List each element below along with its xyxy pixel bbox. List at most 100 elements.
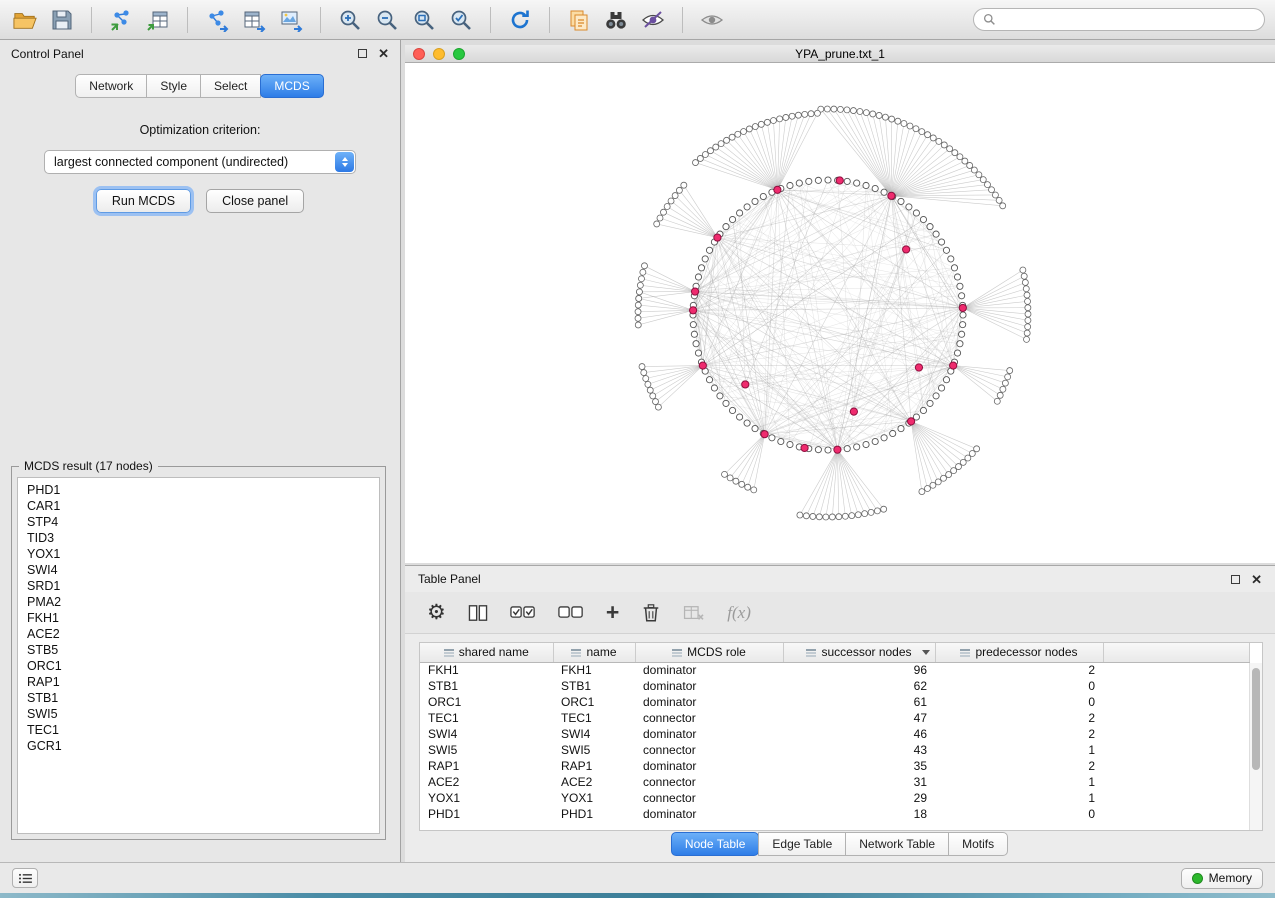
table-row[interactable]: ACE2ACE2connector311	[420, 774, 1250, 790]
tab-motifs[interactable]: Motifs	[948, 832, 1008, 856]
table-cell[interactable]: dominator	[635, 694, 783, 710]
select-neighbors-button[interactable]	[638, 5, 668, 35]
table-row[interactable]: YOX1YOX1connector291	[420, 790, 1250, 806]
table-cell[interactable]: ACE2	[553, 774, 635, 790]
table-cell[interactable]: dominator	[635, 726, 783, 742]
import-table-button[interactable]	[143, 5, 173, 35]
add-column-icon[interactable]: +	[606, 601, 619, 624]
table-cell[interactable]: dominator	[635, 662, 783, 678]
table-row[interactable]: FKH1FKH1dominator962	[420, 662, 1250, 678]
table-cell[interactable]: FKH1	[420, 662, 553, 678]
deselect-all-icon[interactable]	[558, 605, 584, 620]
float-panel-icon[interactable]	[1231, 575, 1240, 584]
table-row[interactable]: SWI4SWI4dominator462	[420, 726, 1250, 742]
network-window-titlebar[interactable]: YPA_prune.txt_1	[405, 45, 1275, 63]
column-header-predecessor-nodes[interactable]: predecessor nodes	[935, 643, 1103, 662]
table-cell[interactable]: 31	[783, 774, 935, 790]
table-cell[interactable]: 2	[935, 662, 1103, 678]
table-cell[interactable]: TEC1	[420, 710, 553, 726]
table-cell[interactable]: 18	[783, 806, 935, 822]
table-cell[interactable]: 1	[935, 774, 1103, 790]
table-cell[interactable]: 29	[783, 790, 935, 806]
tab-style[interactable]: Style	[146, 74, 201, 98]
select-all-icon[interactable]	[510, 605, 536, 620]
close-panel-icon[interactable]: ✕	[1251, 573, 1262, 586]
export-table-button[interactable]	[239, 5, 269, 35]
table-row[interactable]: RAP1RAP1dominator352	[420, 758, 1250, 774]
tab-network-table[interactable]: Network Table	[845, 832, 949, 856]
mcds-result-item[interactable]: TEC1	[18, 722, 379, 738]
tab-node-table[interactable]: Node Table	[671, 832, 760, 856]
mcds-result-item[interactable]: FKH1	[18, 610, 379, 626]
mcds-result-item[interactable]: PHD1	[18, 482, 379, 498]
mcds-result-item[interactable]: STB1	[18, 690, 379, 706]
save-session-button[interactable]	[47, 5, 77, 35]
table-cell[interactable]: SWI4	[420, 726, 553, 742]
trash-icon[interactable]	[641, 603, 661, 623]
tab-select[interactable]: Select	[200, 74, 261, 98]
table-cell[interactable]: PHD1	[420, 806, 553, 822]
import-network-button[interactable]	[106, 5, 136, 35]
mcds-result-item[interactable]: STP4	[18, 514, 379, 530]
network-graph[interactable]	[405, 63, 1273, 563]
mcds-result-item[interactable]: RAP1	[18, 674, 379, 690]
zoom-out-button[interactable]	[372, 5, 402, 35]
find-button[interactable]	[601, 5, 631, 35]
table-cell[interactable]: ORC1	[420, 694, 553, 710]
table-cell[interactable]: dominator	[635, 758, 783, 774]
table-cell[interactable]: 61	[783, 694, 935, 710]
zoom-in-button[interactable]	[335, 5, 365, 35]
search-box[interactable]	[973, 8, 1265, 31]
table-cell[interactable]: 35	[783, 758, 935, 774]
table-cell[interactable]: 0	[935, 806, 1103, 822]
table-cell[interactable]: SWI5	[420, 742, 553, 758]
table-cell[interactable]: 2	[935, 710, 1103, 726]
table-row[interactable]: PHD1PHD1dominator180	[420, 806, 1250, 822]
search-input[interactable]	[1001, 13, 1255, 27]
mcds-result-item[interactable]: GCR1	[18, 738, 379, 754]
close-panel-button[interactable]: Close panel	[206, 189, 304, 213]
table-cell[interactable]: YOX1	[420, 790, 553, 806]
mcds-result-list[interactable]: PHD1CAR1STP4TID3YOX1SWI4SRD1PMA2FKH1ACE2…	[17, 477, 380, 834]
export-image-button[interactable]	[276, 5, 306, 35]
clone-network-button[interactable]	[564, 5, 594, 35]
column-split-icon[interactable]	[468, 604, 488, 622]
column-header-mcds-role[interactable]: MCDS role	[635, 643, 783, 662]
table-cell[interactable]: 43	[783, 742, 935, 758]
tab-mcds[interactable]: MCDS	[260, 74, 323, 98]
table-scrollbar[interactable]	[1249, 663, 1262, 830]
table-cell[interactable]: connector	[635, 742, 783, 758]
table-cell[interactable]: 47	[783, 710, 935, 726]
tab-network[interactable]: Network	[75, 74, 147, 98]
table-cell[interactable]: SWI4	[553, 726, 635, 742]
table-cell[interactable]: 0	[935, 678, 1103, 694]
table-cell[interactable]: TEC1	[553, 710, 635, 726]
table-cell[interactable]: 2	[935, 726, 1103, 742]
table-cell[interactable]: 2	[935, 758, 1103, 774]
table-cell[interactable]: RAP1	[420, 758, 553, 774]
table-cell[interactable]: STB1	[420, 678, 553, 694]
graphics-details-button[interactable]	[697, 5, 727, 35]
table-cell[interactable]: connector	[635, 710, 783, 726]
table-cell[interactable]: PHD1	[553, 806, 635, 822]
table-cell[interactable]: 46	[783, 726, 935, 742]
node-table[interactable]: shared name name MCDS role successor nod…	[419, 642, 1263, 831]
table-cell[interactable]: ACE2	[420, 774, 553, 790]
mcds-result-item[interactable]: STB5	[18, 642, 379, 658]
table-row[interactable]: SWI5SWI5connector431	[420, 742, 1250, 758]
column-header-successor-nodes[interactable]: successor nodes	[783, 643, 935, 662]
column-header-shared-name[interactable]: shared name	[420, 643, 553, 662]
log-console-button[interactable]	[12, 868, 38, 888]
table-cell[interactable]: connector	[635, 790, 783, 806]
table-row[interactable]: STB1STB1dominator620	[420, 678, 1250, 694]
mcds-result-item[interactable]: SWI4	[18, 562, 379, 578]
zoom-fit-button[interactable]	[409, 5, 439, 35]
column-header-name[interactable]: name	[553, 643, 635, 662]
run-mcds-button[interactable]: Run MCDS	[96, 189, 191, 213]
mcds-result-item[interactable]: ORC1	[18, 658, 379, 674]
mcds-result-item[interactable]: ACE2	[18, 626, 379, 642]
float-panel-icon[interactable]	[358, 49, 367, 58]
mcds-result-item[interactable]: YOX1	[18, 546, 379, 562]
table-cell[interactable]: 96	[783, 662, 935, 678]
table-cell[interactable]: RAP1	[553, 758, 635, 774]
